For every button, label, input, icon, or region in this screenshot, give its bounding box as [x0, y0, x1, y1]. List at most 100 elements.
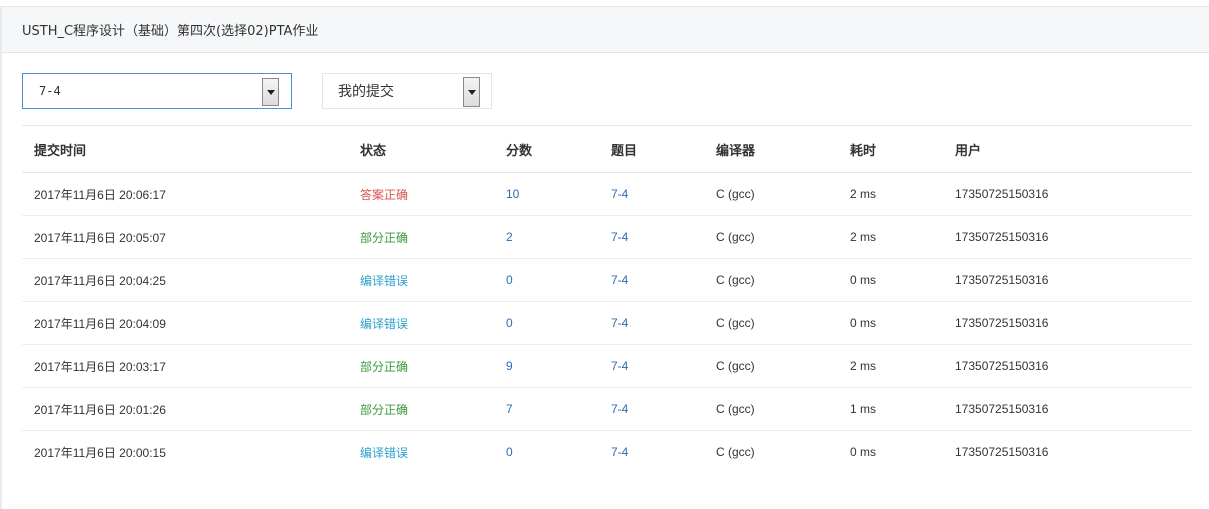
column-header-user: 用户 — [943, 125, 1192, 173]
cell-time: 2017年11月6日 20:01:26 — [34, 402, 166, 417]
table-cell: 2017年11月6日 20:04:25 — [22, 258, 348, 302]
table-row: 2017年11月6日 20:03:17 部分正确 9 7-4 C (gcc) 2 ms 17… — [22, 344, 1192, 388]
column-header-time: 提交时间 — [22, 125, 348, 173]
table-cell: C (gcc) — [704, 387, 838, 431]
table-cell: 0 — [494, 258, 599, 302]
table-cell: 0 — [494, 431, 599, 474]
table-cell: 7-4 — [599, 431, 704, 474]
table-cell: 0 ms — [838, 431, 943, 474]
cell-score-link[interactable]: 0 — [506, 273, 513, 287]
table-cell: 2017年11月6日 20:05:07 — [22, 215, 348, 259]
cell-status-link[interactable]: 编译错误 — [360, 446, 408, 460]
table-cell: C (gcc) — [704, 215, 838, 259]
table-cell: 17350725150316 — [943, 431, 1192, 474]
table-cell: 部分正确 — [348, 215, 494, 259]
column-header-status: 状态 — [348, 125, 494, 173]
cell-score-link[interactable]: 9 — [506, 359, 513, 373]
table-row: 2017年11月6日 20:04:25 编译错误 0 7-4 C (gcc) 0 ms 17… — [22, 258, 1192, 302]
cell-problem-link[interactable]: 7-4 — [611, 445, 628, 459]
cell-time: 2017年11月6日 20:04:09 — [34, 316, 166, 331]
table-cell: 7 — [494, 387, 599, 431]
cell-cost: 0 ms — [850, 273, 877, 287]
cell-problem-link[interactable]: 7-4 — [611, 359, 628, 373]
cell-score-link[interactable]: 0 — [506, 445, 513, 459]
cell-compiler: C (gcc) — [716, 316, 755, 330]
cell-user: 17350725150316 — [955, 230, 1049, 244]
table-cell: 7-4 — [599, 344, 704, 388]
cell-compiler: C (gcc) — [716, 230, 755, 244]
cell-time: 2017年11月6日 20:05:07 — [34, 230, 166, 245]
table-cell: 17350725150316 — [943, 172, 1192, 216]
cell-compiler: C (gcc) — [716, 273, 755, 287]
cell-status-link[interactable]: 编译错误 — [360, 274, 408, 288]
cell-time: 2017年11月6日 20:04:25 — [34, 273, 166, 288]
cell-cost: 0 ms — [850, 316, 877, 330]
table-cell: 7-4 — [599, 172, 704, 216]
problem-select-arrow-button[interactable] — [262, 78, 279, 106]
table-cell: 2 ms — [838, 215, 943, 259]
cell-user: 17350725150316 — [955, 316, 1049, 330]
chevron-down-icon — [467, 89, 476, 95]
problem-select[interactable]: 7-4 — [22, 73, 292, 109]
cell-problem-link[interactable]: 7-4 — [611, 273, 628, 287]
table-cell: C (gcc) — [704, 301, 838, 345]
cell-time: 2017年11月6日 20:00:15 — [34, 445, 166, 460]
table-cell: 答案正确 — [348, 172, 494, 216]
scope-select-value: 我的提交 — [338, 84, 394, 100]
table-cell: 17350725150316 — [943, 258, 1192, 302]
table-cell: 2017年11月6日 20:01:26 — [22, 387, 348, 431]
cell-score-link[interactable]: 10 — [506, 187, 519, 201]
cell-compiler: C (gcc) — [716, 402, 755, 416]
column-header-score: 分数 — [494, 125, 599, 173]
cell-cost: 2 ms — [850, 187, 877, 201]
cell-status-link[interactable]: 部分正确 — [360, 360, 408, 374]
table-cell: 部分正确 — [348, 387, 494, 431]
table-cell: 7-4 — [599, 258, 704, 302]
table-cell: 7-4 — [599, 387, 704, 431]
table-cell: 9 — [494, 344, 599, 388]
table-cell: 编译错误 — [348, 431, 494, 474]
table-cell: 2017年11月6日 20:03:17 — [22, 344, 348, 388]
cell-time: 2017年11月6日 20:03:17 — [34, 359, 166, 374]
filter-bar: 7-4 我的提交 — [22, 73, 492, 109]
cell-problem-link[interactable]: 7-4 — [611, 187, 628, 201]
scope-select-arrow-button[interactable] — [463, 77, 480, 107]
cell-time: 2017年11月6日 20:06:17 — [34, 187, 166, 202]
table-cell: 0 — [494, 301, 599, 345]
table-cell: 1 ms — [838, 387, 943, 431]
table-cell: 编译错误 — [348, 301, 494, 345]
table-cell: 2017年11月6日 20:06:17 — [22, 172, 348, 216]
scope-select[interactable]: 我的提交 — [322, 73, 492, 109]
cell-cost: 2 ms — [850, 359, 877, 373]
cell-problem-link[interactable]: 7-4 — [611, 230, 628, 244]
table-cell: 17350725150316 — [943, 215, 1192, 259]
table-cell: 2017年11月6日 20:04:09 — [22, 301, 348, 345]
cell-status-link[interactable]: 部分正确 — [360, 403, 408, 417]
cell-user: 17350725150316 — [955, 402, 1049, 416]
cell-cost: 1 ms — [850, 402, 877, 416]
cell-score-link[interactable]: 7 — [506, 402, 513, 416]
table-row: 2017年11月6日 20:06:17 答案正确 10 7-4 C (gcc) 2 ms 1… — [22, 172, 1192, 216]
table-row: 2017年11月6日 20:05:07 部分正确 2 7-4 C (gcc) 2 ms 17… — [22, 215, 1192, 259]
cell-status-link[interactable]: 编译错误 — [360, 317, 408, 331]
table-cell: C (gcc) — [704, 431, 838, 474]
cell-problem-link[interactable]: 7-4 — [611, 402, 628, 416]
cell-compiler: C (gcc) — [716, 187, 755, 201]
cell-status-link[interactable]: 部分正确 — [360, 231, 408, 245]
table-row: 2017年11月6日 20:01:26 部分正确 7 7-4 C (gcc) 1 ms 17… — [22, 387, 1192, 431]
cell-compiler: C (gcc) — [716, 445, 755, 460]
table-cell: C (gcc) — [704, 344, 838, 388]
table-cell: 7-4 — [599, 215, 704, 259]
table-cell: 0 ms — [838, 258, 943, 302]
table-cell: 2017年11月6日 20:00:15 — [22, 431, 348, 474]
cell-status-link[interactable]: 答案正确 — [360, 188, 408, 202]
cell-cost: 2 ms — [850, 230, 877, 244]
column-header-compiler: 编译器 — [704, 125, 838, 173]
table-row: 2017年11月6日 20:00:15 编译错误 0 7-4 C (gcc) 0 ms 17… — [22, 431, 1192, 474]
column-header-cost: 耗时 — [838, 125, 943, 173]
cell-problem-link[interactable]: 7-4 — [611, 316, 628, 330]
cell-score-link[interactable]: 2 — [506, 230, 513, 244]
cell-user: 17350725150316 — [955, 273, 1049, 287]
table-cell: 2 — [494, 215, 599, 259]
cell-score-link[interactable]: 0 — [506, 316, 513, 330]
